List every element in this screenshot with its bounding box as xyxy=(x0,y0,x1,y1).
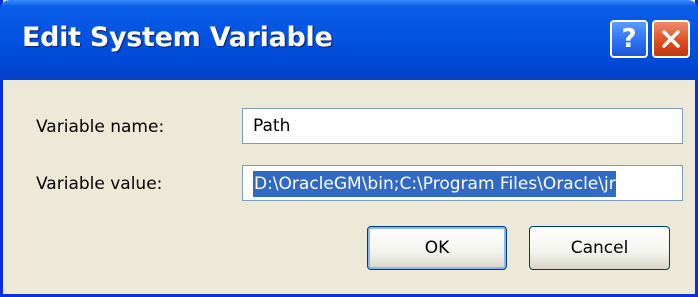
title-bar[interactable]: Edit System Variable ? xyxy=(0,0,698,80)
variable-value-input[interactable]: D:\OracleGM\bin;C:\Program Files\Oracle\… xyxy=(242,165,683,201)
cancel-button[interactable]: Cancel xyxy=(529,226,670,270)
window-title: Edit System Variable xyxy=(22,22,333,53)
variable-name-input[interactable]: Path xyxy=(242,108,683,144)
variable-value-label: Variable value: xyxy=(36,174,163,194)
close-icon xyxy=(662,30,680,48)
help-button[interactable]: ? xyxy=(610,20,648,58)
ok-button[interactable]: OK xyxy=(367,226,507,270)
help-icon: ? xyxy=(621,24,637,54)
variable-name-label: Variable name: xyxy=(36,117,165,137)
variable-value-selected-text: D:\OracleGM\bin;C:\Program Files\Oracle\… xyxy=(253,171,616,197)
edit-system-variable-dialog: Edit System Variable ? Variable name: Pa… xyxy=(0,0,698,297)
variable-name-value: Path xyxy=(253,116,291,136)
close-button[interactable] xyxy=(652,20,690,58)
